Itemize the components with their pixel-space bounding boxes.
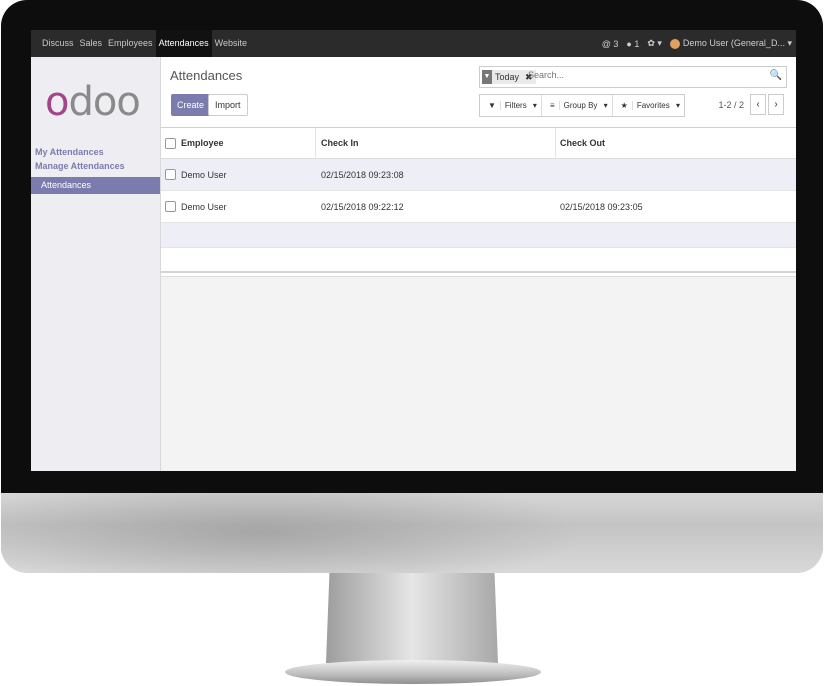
menu-attendances[interactable]: Attendances — [155, 30, 212, 57]
filters-label: Filters — [504, 101, 527, 110]
favorites-dropdown[interactable]: ★ Favorites ▾ — [613, 95, 684, 116]
breadcrumb: Attendances — [170, 68, 243, 83]
control-panel: Attendances Create Import ▼ Today ✖ 🔍 ▼F… — [161, 57, 796, 128]
favorites-label: Favorites — [636, 101, 670, 110]
column-divider — [315, 128, 316, 158]
cell-check-in: 02/15/2018 09:22:12 — [321, 202, 404, 212]
filter-icon: ▼ — [482, 70, 492, 84]
menu-discuss[interactable]: Discuss — [39, 30, 77, 57]
search-options: ▼ Filters ▾ ≡ Group By ▾ ★ Favorites ▾ — [479, 94, 685, 117]
column-employee[interactable]: Employee — [181, 138, 224, 148]
sidebar-section-my-attendances[interactable]: My Attendances — [35, 147, 104, 157]
row-checkbox[interactable] — [165, 201, 176, 212]
column-check-in[interactable]: Check In — [321, 138, 359, 148]
sidebar-item-label: Attendances — [41, 180, 92, 190]
menu-employees[interactable]: Employees — [105, 30, 156, 57]
groupby-dropdown[interactable]: ≡ Group By ▾ — [542, 95, 613, 116]
column-check-out[interactable]: Check Out — [560, 138, 605, 148]
pager-next-icon[interactable]: › — [768, 94, 784, 115]
star-icon: ★ — [616, 101, 633, 110]
create-button[interactable]: Create — [171, 94, 211, 116]
monitor-stand-base — [285, 660, 541, 684]
list-empty-area — [161, 276, 796, 471]
activity-indicator[interactable]: @ 3 — [602, 39, 619, 49]
menu-sales[interactable]: Sales — [77, 30, 106, 57]
activity-count: 3 — [613, 38, 619, 49]
user-label: Demo User (General_D... — [682, 38, 785, 48]
pager-previous-icon[interactable]: ‹ — [750, 94, 766, 115]
funnel-icon: ▼ — [484, 101, 501, 110]
empty-row — [161, 248, 796, 273]
search-icon[interactable]: 🔍 — [770, 70, 782, 81]
systray: @ 3 ● 1 ✿ ▾ Demo User (General_D... ▾ — [602, 30, 792, 57]
top-navbar: Discuss Sales Employees Attendances Webs… — [31, 30, 796, 57]
column-divider — [555, 128, 556, 158]
list-icon: ≡ — [545, 101, 560, 110]
cell-employee: Demo User — [181, 202, 227, 212]
chat-icon: ● — [626, 38, 632, 49]
screen: Discuss Sales Employees Attendances Webs… — [31, 30, 796, 471]
cell-check-in: 02/15/2018 09:23:08 — [321, 170, 404, 180]
messages-count: 1 — [634, 38, 640, 49]
sidebar: odoo My Attendances Manage Attendances A… — [31, 57, 161, 471]
list-view: Employee Check In Check Out Demo User 02… — [161, 128, 796, 273]
odoo-logo[interactable]: odoo — [45, 79, 141, 125]
cell-employee: Demo User — [181, 170, 227, 180]
at-icon: @ — [601, 38, 611, 49]
select-all-checkbox[interactable] — [165, 138, 176, 149]
import-button[interactable]: Import — [208, 94, 248, 116]
user-menu[interactable]: Demo User (General_D... ▾ — [669, 38, 792, 49]
menu-website[interactable]: Website — [212, 30, 250, 57]
sidebar-section-manage-attendances[interactable]: Manage Attendances — [35, 161, 125, 171]
filters-dropdown[interactable]: ▼ Filters ▾ — [480, 95, 542, 116]
caret-down-icon: ▾ — [787, 38, 792, 48]
avatar — [669, 38, 680, 49]
facet-value: Today — [492, 70, 523, 84]
table-row[interactable]: Demo User 02/15/2018 09:23:08 — [161, 159, 796, 191]
empty-row — [161, 223, 796, 248]
monitor-stand-neck — [326, 573, 498, 663]
cell-check-out: 02/15/2018 09:23:05 — [560, 202, 643, 212]
pager-value[interactable]: 1-2 / 2 — [718, 100, 744, 110]
search-input[interactable] — [528, 70, 728, 80]
monitor-chin-shine — [1, 493, 823, 573]
table-header: Employee Check In Check Out — [161, 128, 796, 159]
pager: 1-2 / 2 ‹ › — [718, 94, 784, 115]
search-box: ▼ Today ✖ 🔍 — [479, 66, 787, 88]
app-menu: Discuss Sales Employees Attendances Webs… — [39, 30, 250, 57]
messages-indicator[interactable]: ● 1 — [626, 39, 639, 49]
row-checkbox[interactable] — [165, 169, 176, 180]
sidebar-item-attendances[interactable]: Attendances — [31, 177, 160, 194]
bug-icon[interactable]: ✿ ▾ — [647, 38, 662, 49]
groupby-label: Group By — [563, 101, 598, 110]
table-row[interactable]: Demo User 02/15/2018 09:22:12 02/15/2018… — [161, 191, 796, 223]
